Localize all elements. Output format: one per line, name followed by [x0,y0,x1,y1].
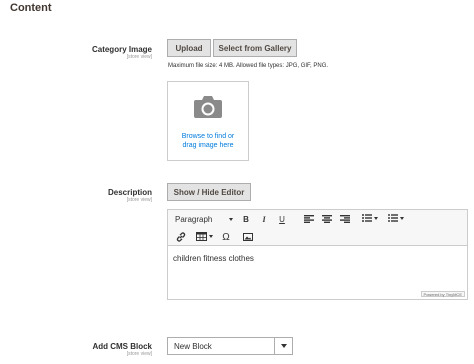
bold-icon[interactable]: B [240,212,252,226]
numbered-list-glyph-icon [388,214,398,222]
italic-icon[interactable]: I [258,212,270,226]
chevron-down-icon [400,216,404,220]
insert-image-icon[interactable] [243,233,253,241]
align-center-icon[interactable] [322,215,332,223]
link-icon[interactable] [176,232,186,242]
editor-content[interactable]: children fitness clothes [173,254,254,263]
category-image-label-text: Category Image [91,45,152,54]
camera-icon [194,96,222,118]
table-grid-icon [196,232,207,241]
show-hide-editor-button[interactable]: Show / Hide Editor [167,183,251,201]
dropzone-text[interactable]: Browse to find or drag image here [168,132,248,150]
cms-block-select-value: New Block [174,341,212,351]
dropzone-line2[interactable]: drag image here [168,141,248,150]
description-label-text: Description [107,188,152,197]
special-character-icon[interactable]: Ω [220,230,232,244]
align-left-icon[interactable] [304,215,314,223]
chevron-down-icon [229,217,233,221]
dropzone-line1[interactable]: Browse to find or [168,132,248,141]
toolbar-row-2: Ω [168,228,467,246]
chevron-down-icon [280,344,287,348]
category-image-label: Category Image [store view] [92,45,152,60]
chevron-down-icon [209,235,213,238]
align-right-icon[interactable] [340,215,350,223]
file-size-note: Maximum file size: 4 MB. Allowed file ty… [168,63,329,69]
category-image-scope: [store view] [126,54,152,60]
select-from-gallery-button[interactable]: Select from Gallery [213,39,297,57]
numbered-list-icon[interactable] [388,214,404,222]
underline-icon[interactable]: U [276,212,288,226]
description-scope: [store view] [126,197,152,203]
bullet-list-icon[interactable] [362,214,378,222]
image-dropzone[interactable]: Browse to find or drag image here [167,81,249,161]
description-label: Description [store view] [108,188,152,203]
format-select[interactable]: Paragraph [173,212,235,226]
section-title: Content [10,2,52,14]
bullet-list-glyph-icon [362,214,372,222]
chevron-down-icon [374,216,378,220]
format-select-value: Paragraph [175,214,213,224]
cms-block-label-text: Add CMS Block [92,342,152,351]
select-arrow[interactable] [274,338,292,354]
cms-block-scope: [store view] [126,351,152,357]
table-icon[interactable] [196,232,213,241]
cms-block-label: Add CMS Block [store view] [92,342,152,357]
upload-button[interactable]: Upload [167,39,211,57]
powered-by-tinymce[interactable]: Powered by TinyMCE [420,291,465,297]
toolbar-row-1: Paragraph B I U [168,210,467,228]
cms-block-select[interactable]: New Block [167,337,293,355]
wysiwyg-editor[interactable]: Paragraph B I U Ω children fitness cloth… [167,209,468,300]
editor-toolbar: Paragraph B I U Ω [168,210,467,246]
